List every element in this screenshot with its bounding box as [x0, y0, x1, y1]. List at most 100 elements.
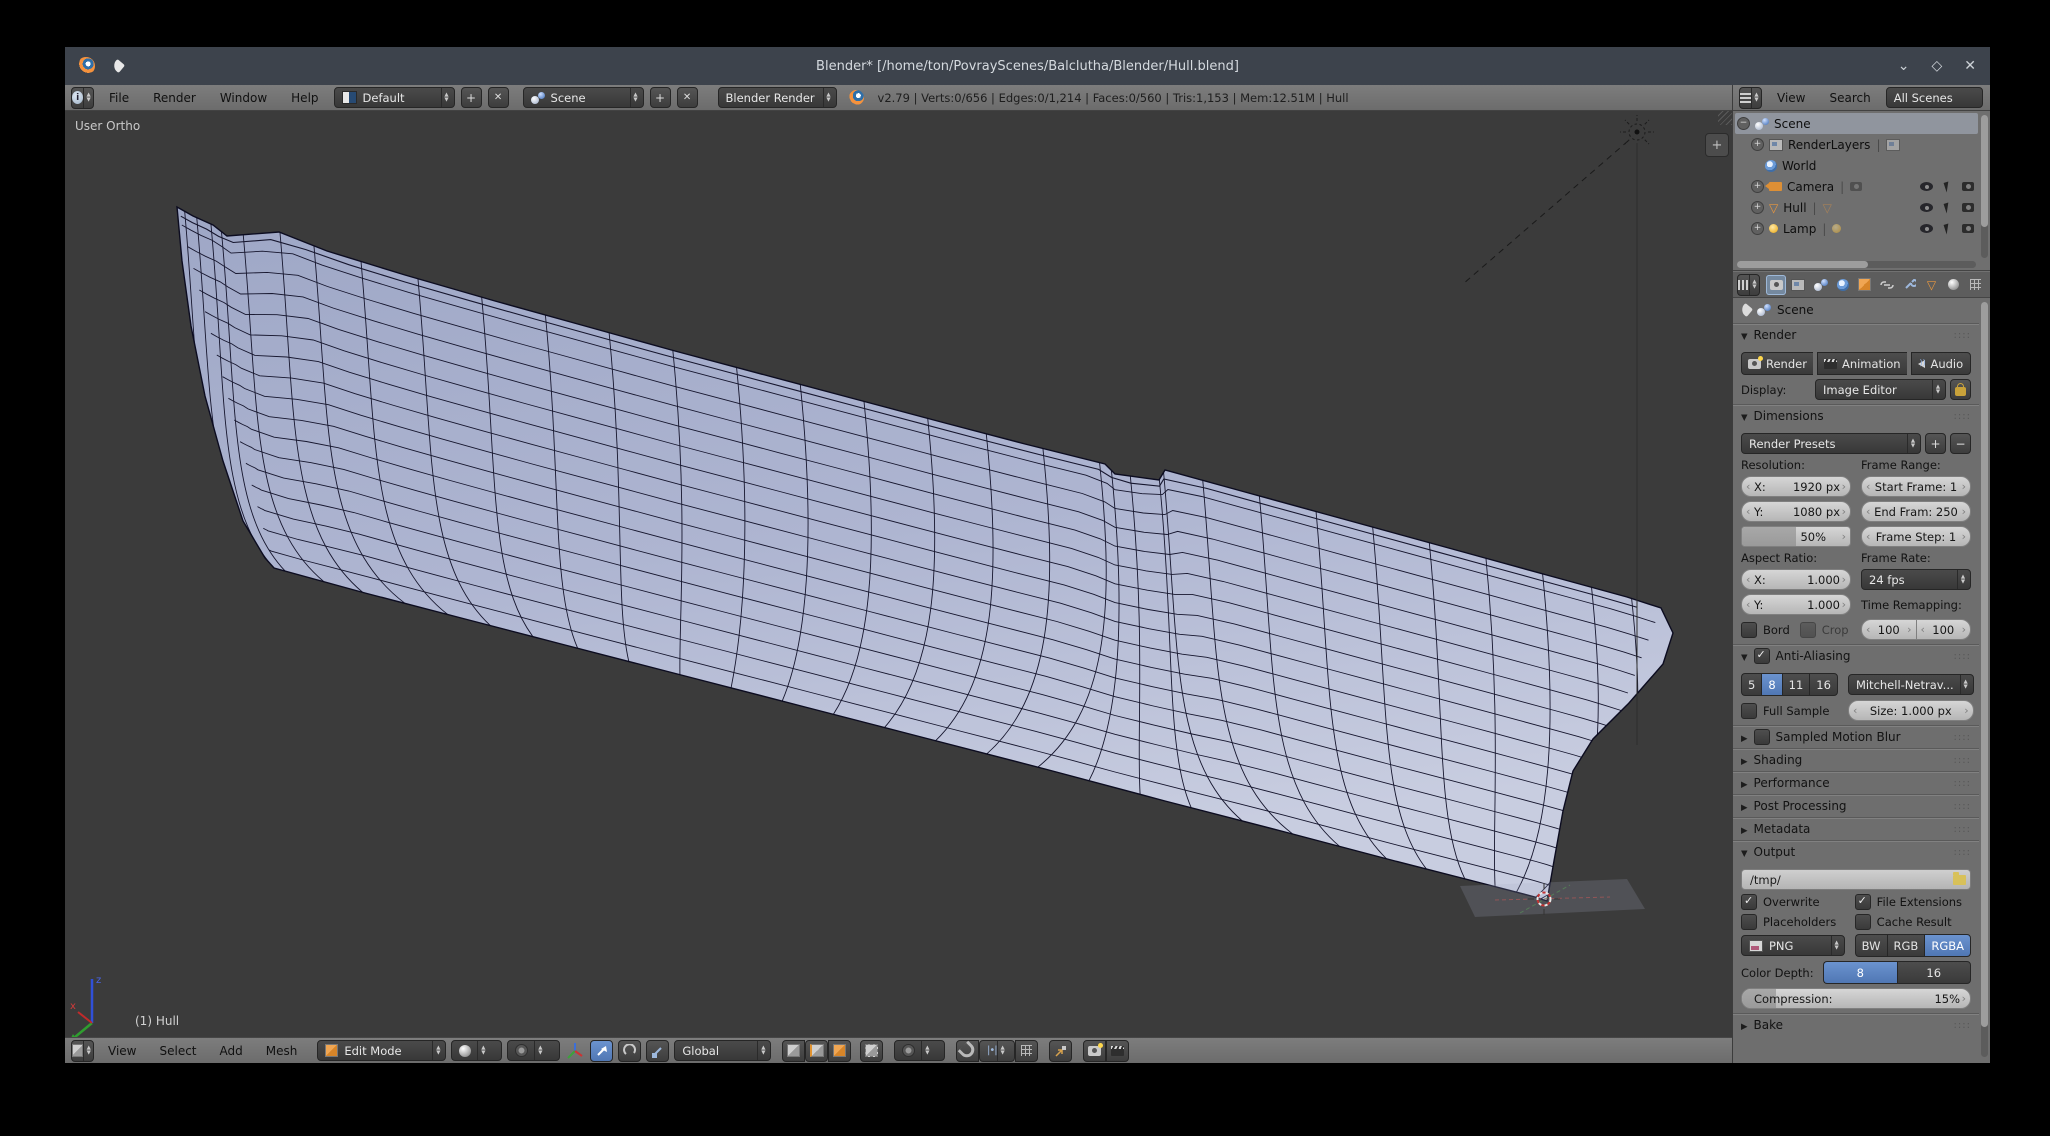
resolution-y-field[interactable]: Y:1080 px	[1741, 501, 1851, 522]
properties-scrollbar[interactable]	[1981, 302, 1988, 1057]
add-scene-button[interactable]	[650, 87, 671, 108]
resolution-percentage-slider[interactable]: 50%	[1741, 526, 1851, 547]
outliner-row-lamp[interactable]: Lamp |	[1735, 218, 1978, 239]
placeholders-checkbox[interactable]: Placeholders	[1741, 914, 1845, 930]
viewport-3d[interactable]: zx User Ortho (1) Hull	[65, 111, 1732, 1037]
collapse-icon[interactable]	[1737, 117, 1750, 130]
color-depth-16-button[interactable]: 16	[1897, 961, 1972, 984]
panel-header-output[interactable]: Output::::	[1733, 840, 1979, 863]
frame-rate-dropdown[interactable]: 24 fps	[1861, 569, 1971, 590]
outliner-row-renderlayers[interactable]: RenderLayers |	[1735, 134, 1978, 155]
selectability-cursor-icon[interactable]	[1944, 181, 1952, 192]
menu-mesh[interactable]: Mesh	[257, 1044, 307, 1058]
animation-button[interactable]: Animation	[1817, 352, 1907, 375]
start-frame-field[interactable]: Start Frame: 1	[1861, 476, 1971, 497]
renderlayer-data-icon[interactable]	[1886, 139, 1900, 151]
aa-samples-8-button[interactable]: 8	[1761, 673, 1781, 696]
cache-result-checkbox[interactable]: Cache Result	[1855, 914, 1971, 930]
pin-icon[interactable]	[1739, 303, 1753, 317]
scale-manipulator-button[interactable]	[646, 1040, 669, 1062]
resolution-x-field[interactable]: X:1920 px	[1741, 476, 1851, 497]
menu-window[interactable]: Window	[211, 91, 276, 105]
menu-view[interactable]: View	[99, 1044, 145, 1058]
visibility-eye-icon[interactable]	[1920, 182, 1933, 191]
tab-constraints[interactable]	[1877, 275, 1897, 295]
aa-samples-16-button[interactable]: 16	[1809, 673, 1838, 696]
maximize-button[interactable]: ◇	[1931, 58, 1942, 74]
renderability-camera-icon[interactable]	[1962, 182, 1974, 191]
opengl-render-anim-button[interactable]	[1106, 1040, 1129, 1062]
mode-dropdown[interactable]: Edit Mode	[317, 1040, 446, 1061]
face-select-button[interactable]	[828, 1040, 851, 1062]
rotate-manipulator-button[interactable]	[618, 1040, 641, 1062]
audio-button[interactable]: Audio	[1911, 352, 1971, 375]
full-sample-checkbox[interactable]: Full Sample	[1741, 703, 1838, 719]
display-dropdown[interactable]: Image Editor	[1815, 379, 1946, 400]
tab-world[interactable]	[1833, 275, 1853, 295]
screen-layout-dropdown[interactable]: Default	[334, 87, 455, 108]
panel-header-performance[interactable]: Performance::::	[1733, 771, 1979, 794]
tab-object[interactable]	[1855, 275, 1875, 295]
menu-render[interactable]: Render	[144, 91, 205, 105]
snap-peel-button[interactable]	[1049, 1040, 1072, 1062]
file-browse-icon[interactable]	[1953, 875, 1966, 885]
outliner-menu-search[interactable]: Search	[1820, 91, 1879, 105]
lamp-data-icon[interactable]	[1832, 224, 1841, 233]
render-button[interactable]: Render	[1741, 352, 1813, 375]
tab-texture[interactable]	[1966, 275, 1986, 295]
menu-select[interactable]: Select	[150, 1044, 205, 1058]
outliner-menu-view[interactable]: View	[1768, 91, 1814, 105]
panel-header-bake[interactable]: Bake::::	[1733, 1013, 1979, 1036]
n-panel-expand-tab[interactable]	[1705, 133, 1729, 157]
editor-type-3dview[interactable]	[71, 1040, 94, 1062]
aspect-y-field[interactable]: Y:1.000	[1741, 594, 1851, 615]
visibility-eye-icon[interactable]	[1920, 203, 1933, 212]
remove-preset-button[interactable]	[1950, 433, 1971, 454]
lock-interface-button[interactable]	[1950, 379, 1971, 400]
translate-manipulator-button[interactable]	[590, 1040, 613, 1062]
editor-type-outliner[interactable]	[1739, 87, 1762, 109]
channels-bw-button[interactable]: BW	[1855, 934, 1887, 957]
shading-dropdown[interactable]	[451, 1040, 502, 1061]
add-preset-button[interactable]	[1925, 433, 1946, 454]
render-engine-dropdown[interactable]: Blender Render	[718, 87, 837, 108]
add-layout-button[interactable]	[461, 87, 482, 108]
snap-toggle-button[interactable]	[956, 1040, 979, 1062]
outliner-row-camera[interactable]: Camera |	[1735, 176, 1978, 197]
border-checkbox[interactable]: Bord	[1741, 622, 1790, 638]
delete-layout-button[interactable]	[488, 87, 509, 108]
renderability-camera-icon[interactable]	[1962, 203, 1974, 212]
file-format-dropdown[interactable]: PNG	[1741, 935, 1845, 956]
camera-data-icon[interactable]	[1850, 182, 1862, 191]
aspect-x-field[interactable]: X:1.000	[1741, 569, 1851, 590]
tab-render[interactable]	[1766, 275, 1786, 295]
opengl-render-image-button[interactable]	[1083, 1040, 1106, 1062]
aa-size-field[interactable]: Size: 1.000 px	[1848, 700, 1974, 721]
panel-header-anti-aliasing[interactable]: Anti-Aliasing::::	[1733, 644, 1979, 667]
aa-samples-5-button[interactable]: 5	[1741, 673, 1761, 696]
menu-help[interactable]: Help	[282, 91, 327, 105]
editor-type-info[interactable]	[71, 87, 94, 109]
minimize-button[interactable]: ⌄	[1898, 58, 1910, 74]
end-frame-field[interactable]: End Fram: 250	[1861, 501, 1971, 522]
panel-header-render[interactable]: Render::::	[1733, 323, 1979, 346]
menu-add[interactable]: Add	[211, 1044, 252, 1058]
vertex-select-button[interactable]	[782, 1040, 805, 1062]
snap-element-dropdown[interactable]	[979, 1040, 1015, 1062]
remap-new-field[interactable]: 100	[1916, 619, 1972, 640]
outliner-row-hull[interactable]: Hull |	[1735, 197, 1978, 218]
delete-scene-button[interactable]	[677, 87, 698, 108]
selectability-cursor-icon[interactable]	[1944, 202, 1952, 213]
aa-samples-11-button[interactable]: 11	[1782, 673, 1810, 696]
panel-header-shading[interactable]: Shading::::	[1733, 748, 1979, 771]
limit-selection-visible-button[interactable]	[860, 1040, 883, 1062]
visibility-eye-icon[interactable]	[1920, 224, 1933, 233]
mesh-data-icon[interactable]	[1823, 202, 1832, 214]
panel-header-metadata[interactable]: Metadata::::	[1733, 817, 1979, 840]
outliner-horizontal-scrollbar[interactable]	[1737, 261, 1976, 268]
scene-dropdown[interactable]: Scene	[523, 87, 644, 108]
editor-type-properties[interactable]	[1737, 274, 1760, 296]
viewport-canvas[interactable]: zx	[65, 111, 1732, 1037]
tab-data[interactable]	[1921, 275, 1941, 295]
menu-file[interactable]: File	[100, 91, 138, 105]
